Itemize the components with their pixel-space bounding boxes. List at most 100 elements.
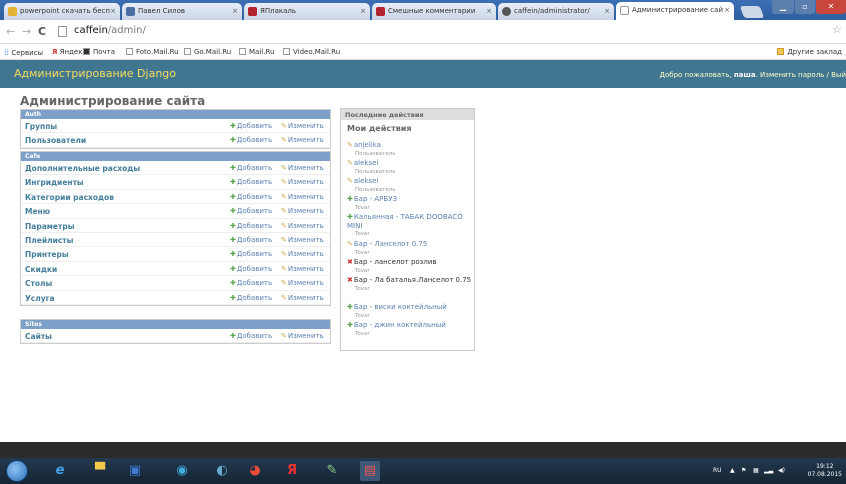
add-link[interactable]: ✚Добавить xyxy=(230,136,272,144)
model-link[interactable]: Принтеры xyxy=(25,250,69,259)
paint-icon[interactable]: ✎ xyxy=(322,461,342,481)
bookmark-video[interactable]: Video.Mail.Ru xyxy=(283,48,340,56)
bookmark-mail[interactable]: Почта xyxy=(83,48,115,56)
browser-tab-1[interactable]: powerpoint скачать бесп × xyxy=(4,3,120,20)
recent-link[interactable]: anjelika xyxy=(354,141,381,149)
module-caption[interactable]: Sites xyxy=(21,320,330,329)
bookmark-star-icon[interactable]: ☆ xyxy=(832,23,842,36)
app-icon[interactable]: ▤ xyxy=(360,461,380,481)
add-link[interactable]: ✚Добавить xyxy=(230,122,272,130)
network-icon[interactable]: ▦ xyxy=(753,467,759,474)
bookmark-foto[interactable]: Foto.Mail.Ru xyxy=(126,48,179,56)
close-icon[interactable]: × xyxy=(486,7,492,15)
page-icon xyxy=(58,26,67,37)
model-link[interactable]: Параметры xyxy=(25,222,74,231)
bookmark-yandex[interactable]: Я Яндекс xyxy=(52,48,86,56)
address-bar[interactable]: caffein/admin/ xyxy=(56,23,836,41)
change-link[interactable]: ✎Изменить xyxy=(281,294,324,302)
browser-tab-3[interactable]: ЯПлакаль × xyxy=(244,3,370,20)
browser-tab-2[interactable]: Павел Силов × xyxy=(122,3,242,20)
ie-icon[interactable]: e xyxy=(50,461,70,481)
add-link[interactable]: ✚Добавить xyxy=(230,279,272,287)
yandex-browser-icon[interactable]: Я xyxy=(282,461,302,481)
add-link[interactable]: ✚Добавить xyxy=(230,250,272,258)
browser-tab-4[interactable]: Смешные комментарии × xyxy=(372,3,496,20)
browser-tab-active[interactable]: Администрирование сай × xyxy=(616,2,734,20)
model-link[interactable]: Пользователи xyxy=(25,136,86,145)
bookmark-label: Сервисы xyxy=(11,49,44,57)
close-icon[interactable]: × xyxy=(360,7,366,15)
module-caption[interactable]: Cafe xyxy=(21,152,330,161)
tray-arrow-icon[interactable]: ▲ xyxy=(730,467,735,474)
model-link[interactable]: Меню xyxy=(25,207,50,216)
minimize-button[interactable]: ▁ xyxy=(772,0,794,14)
model-link[interactable]: Дополнительные расходы xyxy=(25,164,140,173)
close-icon[interactable]: × xyxy=(110,7,116,15)
media-player-icon[interactable]: ▣ xyxy=(125,461,145,481)
start-button[interactable] xyxy=(6,460,28,482)
add-link[interactable]: ✚Добавить xyxy=(230,265,272,273)
change-link[interactable]: ✎Изменить xyxy=(281,250,324,258)
change-link[interactable]: ✎Изменить xyxy=(281,332,324,340)
recent-link[interactable]: Бар - виски коктейльный xyxy=(354,303,447,311)
user-links[interactable]: . Изменить пароль / Вый xyxy=(756,71,846,79)
player-icon[interactable]: ◐ xyxy=(212,461,232,481)
change-link[interactable]: ✎Изменить xyxy=(281,178,324,186)
clock[interactable]: 19:12 07.08.2015 xyxy=(808,463,842,479)
new-tab-button[interactable] xyxy=(739,6,765,18)
add-link[interactable]: ✚Добавить xyxy=(230,236,272,244)
add-link[interactable]: ✚Добавить xyxy=(230,178,272,186)
change-link[interactable]: ✎Изменить xyxy=(281,164,324,172)
bookmark-go[interactable]: Go.Mail.Ru xyxy=(184,48,231,56)
reload-icon[interactable]: C xyxy=(38,25,46,38)
close-window-button[interactable]: ✕ xyxy=(816,0,846,14)
recent-link[interactable]: aleksei xyxy=(354,177,379,185)
bookmark-mailru[interactable]: Mail.Ru xyxy=(239,48,274,56)
folder-icon[interactable]: ▀ xyxy=(90,461,110,481)
model-link[interactable]: Услуга xyxy=(25,294,55,303)
change-link[interactable]: ✎Изменить xyxy=(281,265,324,273)
add-link[interactable]: ✚Добавить xyxy=(230,193,272,201)
model-link[interactable]: Скидки xyxy=(25,265,57,274)
close-icon[interactable]: × xyxy=(724,6,730,14)
bookmark-services[interactable]: ⁞⁞ Сервисы xyxy=(4,48,43,57)
recent-link[interactable]: Кальянная - ТАБАК DOOBACO MINI xyxy=(347,213,463,230)
model-link[interactable]: Группы xyxy=(25,122,57,131)
volume-icon[interactable]: ◀) xyxy=(778,467,785,474)
change-link[interactable]: ✎Изменить xyxy=(281,279,324,287)
add-link[interactable]: ✚Добавить xyxy=(230,222,272,230)
module-caption[interactable]: Auth xyxy=(21,110,330,119)
bookmark-other[interactable]: Другие заклад xyxy=(777,48,842,56)
model-link[interactable]: Плейлисты xyxy=(25,236,73,245)
close-icon[interactable]: × xyxy=(232,7,238,15)
close-icon[interactable]: × xyxy=(604,7,610,15)
forward-icon[interactable]: → xyxy=(22,25,31,38)
signal-icon[interactable]: ▂▃ xyxy=(764,467,773,474)
site-branding[interactable]: Администрирование Django xyxy=(14,67,176,80)
flag-icon[interactable]: ⚑ xyxy=(741,467,746,474)
model-link[interactable]: Ингридиенты xyxy=(25,178,84,187)
change-link[interactable]: ✎Изменить xyxy=(281,193,324,201)
model-link[interactable]: Категории расходов xyxy=(25,193,114,202)
recent-link[interactable]: Бар - АРБУЗ xyxy=(354,195,397,203)
recent-link[interactable]: Бар - Ланселот 0.75 xyxy=(354,240,427,248)
change-link[interactable]: ✎Изменить xyxy=(281,122,324,130)
language-indicator[interactable]: RU xyxy=(713,467,722,474)
change-link[interactable]: ✎Изменить xyxy=(281,222,324,230)
change-link[interactable]: ✎Изменить xyxy=(281,236,324,244)
add-link[interactable]: ✚Добавить xyxy=(230,164,272,172)
add-link[interactable]: ✚Добавить xyxy=(230,207,272,215)
maximize-button[interactable]: ▫ xyxy=(795,0,815,14)
change-link[interactable]: ✎Изменить xyxy=(281,207,324,215)
model-link[interactable]: Столы xyxy=(25,279,52,288)
recent-link[interactable]: Бар - джин коктейльный xyxy=(354,321,446,329)
chrome-icon[interactable]: ◕ xyxy=(245,461,265,481)
model-link[interactable]: Сайты xyxy=(25,332,52,341)
add-link[interactable]: ✚Добавить xyxy=(230,294,272,302)
change-link[interactable]: ✎Изменить xyxy=(281,136,324,144)
skype-icon[interactable]: ◉ xyxy=(172,461,192,481)
back-icon[interactable]: ← xyxy=(6,25,15,38)
browser-tab-5[interactable]: caffein/administrator/ × xyxy=(498,3,614,20)
recent-link[interactable]: aleksei xyxy=(354,159,379,167)
add-link[interactable]: ✚Добавить xyxy=(230,332,272,340)
